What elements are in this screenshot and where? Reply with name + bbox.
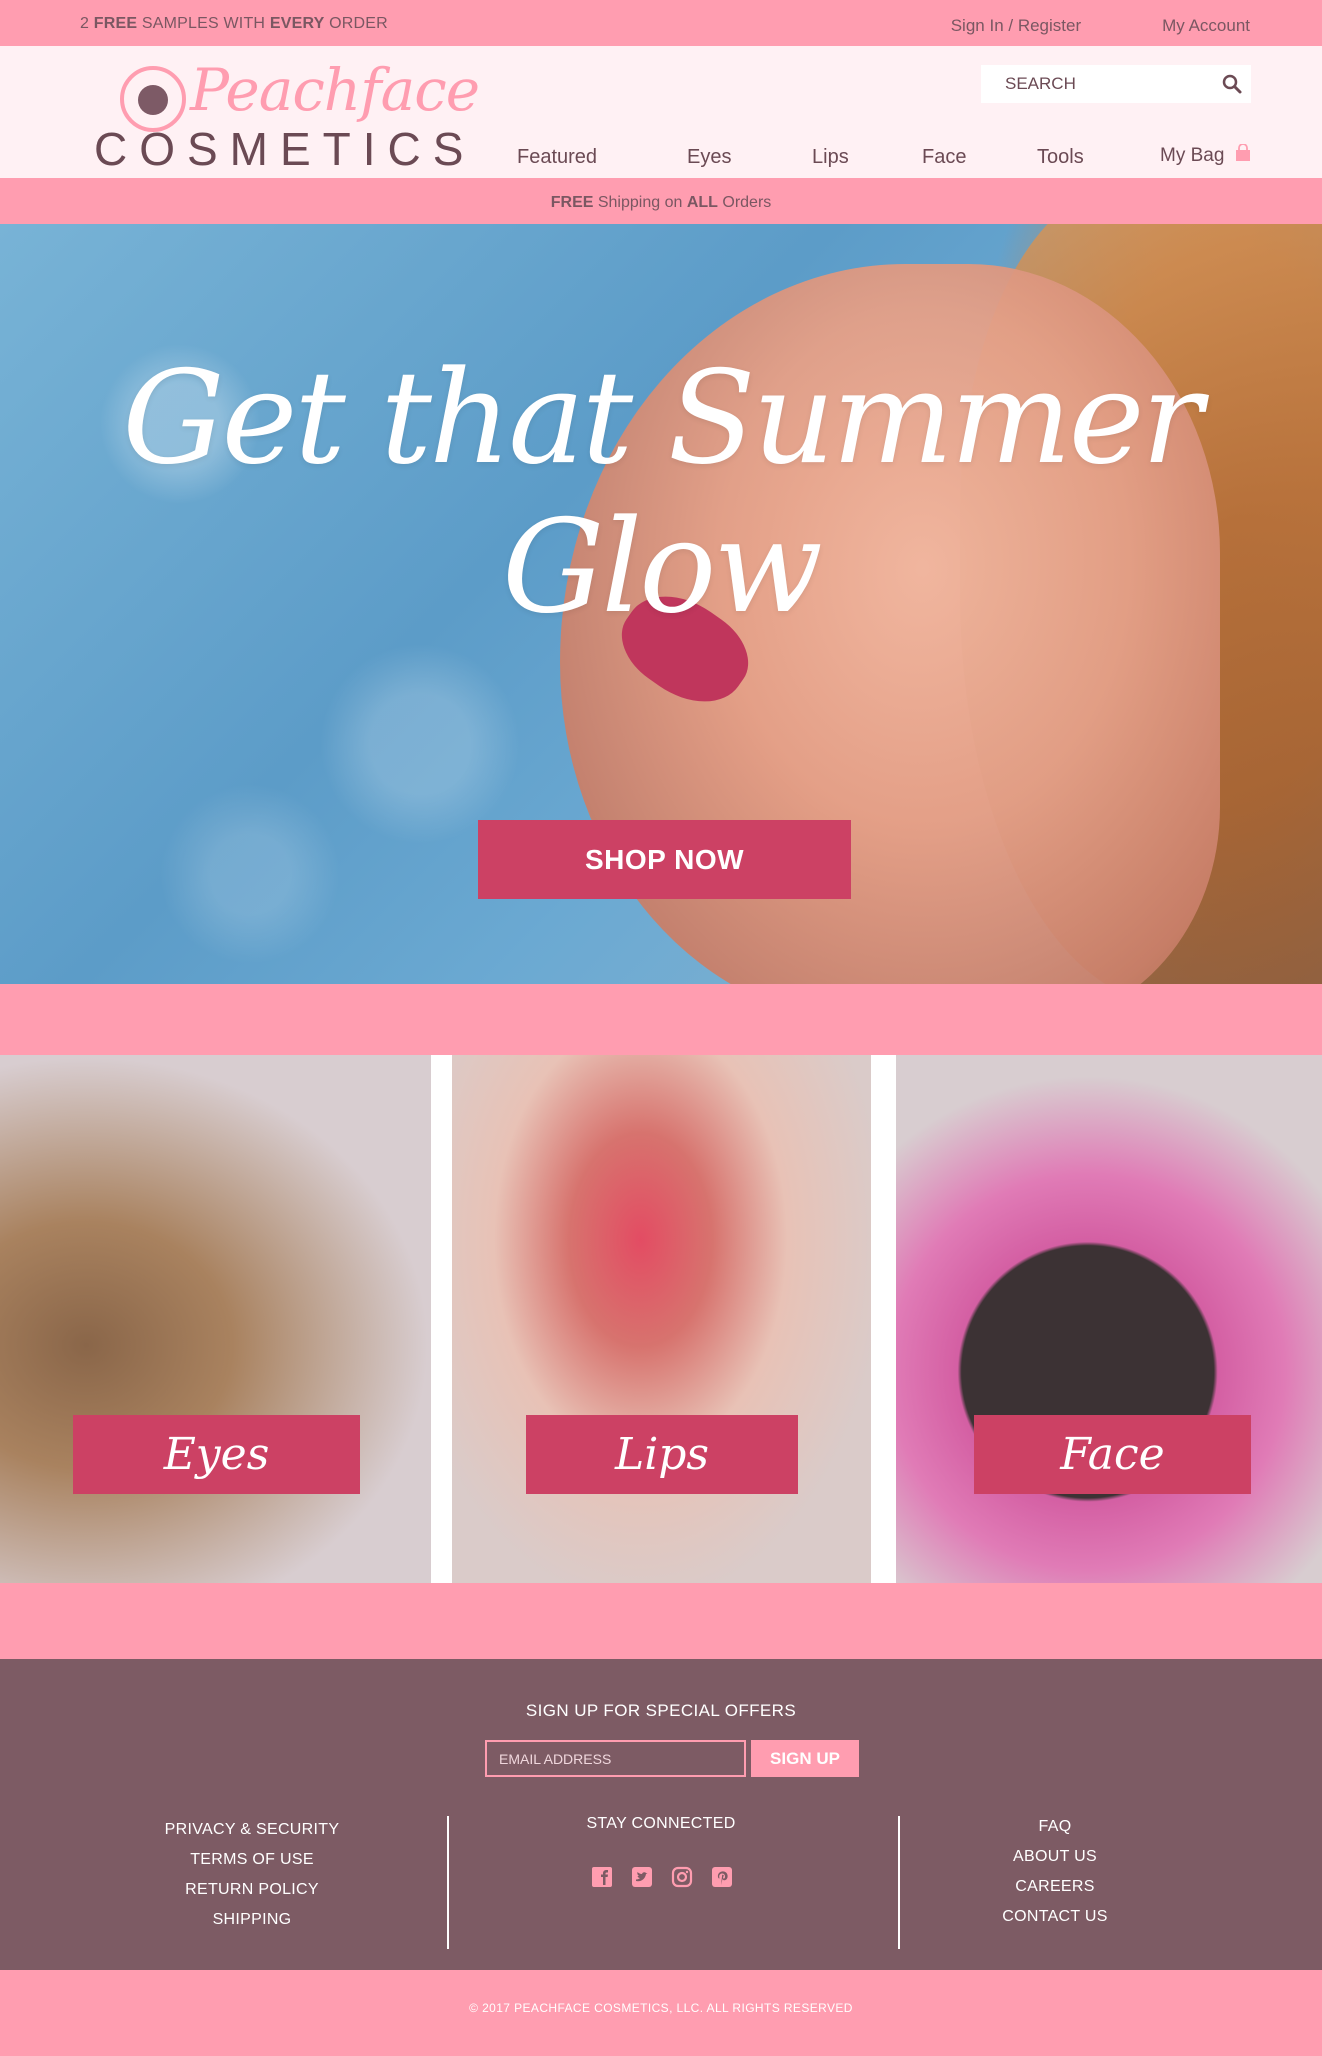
sign-up-button[interactable]: SIGN UP bbox=[751, 1740, 859, 1777]
contact-us-link[interactable]: CONTACT US bbox=[962, 1902, 1148, 1932]
footer-divider bbox=[898, 1816, 900, 1949]
category-eyes-card[interactable]: Eyes bbox=[0, 1055, 431, 1583]
pinterest-icon[interactable] bbox=[710, 1865, 734, 1889]
top-bar: 2 FREE SAMPLES WITH EVERY ORDER Sign In … bbox=[0, 0, 1322, 46]
main-nav: Featured Eyes Lips Face Tools bbox=[0, 146, 1322, 176]
site-header: Peachface COSMETICS Featured Eyes Lips F… bbox=[0, 46, 1322, 178]
instagram-icon[interactable] bbox=[670, 1865, 694, 1889]
about-us-link[interactable]: ABOUT US bbox=[962, 1842, 1148, 1872]
stay-connected-title: STAY CONNECTED bbox=[586, 1815, 736, 1832]
nav-lips[interactable]: Lips bbox=[812, 146, 849, 169]
shipping-link[interactable]: SHIPPING bbox=[130, 1905, 374, 1935]
shipping-free: FREE bbox=[550, 194, 594, 211]
footer-legal-links: PRIVACY & SECURITY TERMS OF USE RETURN P… bbox=[130, 1815, 374, 1935]
facebook-icon[interactable] bbox=[590, 1865, 614, 1889]
category-face-card[interactable]: Face bbox=[896, 1055, 1322, 1583]
site-footer: SIGN UP FOR SPECIAL OFFERS SIGN UP PRIVA… bbox=[0, 1659, 1322, 1970]
category-grid: Eyes Lips Face bbox=[0, 1055, 1322, 1583]
samples-promo: 2 FREE SAMPLES WITH EVERY ORDER bbox=[80, 15, 388, 33]
careers-link[interactable]: CAREERS bbox=[962, 1872, 1148, 1902]
copyright: © 2017 PEACHFACE COSMETICS, LLC. ALL RIG… bbox=[469, 2001, 853, 2015]
promo-every: EVERY bbox=[269, 15, 325, 32]
footer-info-links: FAQ ABOUT US CAREERS CONTACT US bbox=[962, 1812, 1148, 1932]
twitter-icon[interactable] bbox=[630, 1865, 654, 1889]
promo-prefix: 2 bbox=[80, 15, 94, 32]
email-field[interactable] bbox=[485, 1740, 746, 1777]
promo-free: FREE bbox=[93, 15, 138, 32]
search-icon[interactable] bbox=[1221, 73, 1243, 95]
terms-link[interactable]: TERMS OF USE bbox=[130, 1845, 374, 1875]
shipping-suffix: Orders bbox=[717, 194, 772, 211]
shipping-middle: Shipping on bbox=[593, 194, 687, 211]
sign-in-link[interactable]: Sign In / Register bbox=[951, 16, 1081, 36]
privacy-link[interactable]: PRIVACY & SECURITY bbox=[130, 1815, 374, 1845]
footer-divider bbox=[447, 1816, 449, 1949]
social-icons bbox=[590, 1865, 734, 1889]
nav-featured[interactable]: Featured bbox=[517, 146, 597, 169]
shopping-bag-icon bbox=[1234, 143, 1252, 168]
promo-middle: SAMPLES WITH bbox=[137, 15, 270, 32]
nav-face[interactable]: Face bbox=[922, 146, 966, 169]
account-links: Sign In / Register My Account bbox=[951, 16, 1250, 36]
search-box bbox=[981, 65, 1251, 103]
nav-eyes[interactable]: Eyes bbox=[687, 146, 731, 169]
hero-title: Get that Summer Glow bbox=[122, 344, 1202, 642]
shipping-banner: FREE Shipping on ALL Orders bbox=[0, 178, 1322, 224]
my-account-link[interactable]: My Account bbox=[1162, 16, 1250, 36]
category-face-button[interactable]: Face bbox=[974, 1415, 1251, 1494]
category-eyes-button[interactable]: Eyes bbox=[73, 1415, 360, 1494]
category-lips-button[interactable]: Lips bbox=[526, 1415, 798, 1494]
my-bag-link[interactable]: My Bag bbox=[1160, 143, 1252, 168]
signup-title: SIGN UP FOR SPECIAL OFFERS bbox=[525, 1701, 797, 1720]
return-policy-link[interactable]: RETURN POLICY bbox=[130, 1875, 374, 1905]
shipping-all: ALL bbox=[686, 194, 718, 211]
logo-script-text: Peachface bbox=[190, 56, 480, 124]
nav-tools[interactable]: Tools bbox=[1037, 146, 1084, 169]
category-lips-card[interactable]: Lips bbox=[452, 1055, 871, 1583]
hero-banner: Get that Summer Glow SHOP NOW bbox=[0, 224, 1322, 984]
search-input[interactable] bbox=[981, 65, 1213, 103]
promo-suffix: ORDER bbox=[324, 15, 388, 32]
faq-link[interactable]: FAQ bbox=[962, 1812, 1148, 1842]
bag-label: My Bag bbox=[1160, 145, 1225, 166]
shop-now-button[interactable]: SHOP NOW bbox=[478, 820, 851, 899]
